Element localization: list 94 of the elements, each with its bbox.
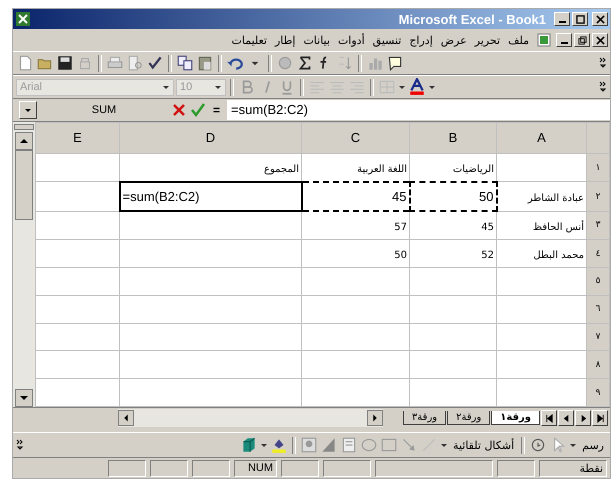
status-pane (150, 460, 188, 476)
close-icon (596, 14, 604, 24)
scroll-thumb[interactable] (15, 150, 33, 220)
status-mode: نقطة (539, 460, 607, 476)
column-header[interactable]: B (410, 122, 496, 154)
cell-text: 57 (394, 222, 407, 234)
vertical-scrollbar[interactable] (13, 122, 35, 407)
row-header[interactable]: ٤ (586, 240, 610, 268)
right-arrow-icon (578, 414, 588, 422)
row-header[interactable]: ٥ (586, 268, 610, 296)
minimize-button[interactable] (556, 33, 572, 47)
row-header[interactable]: ٣ (586, 211, 610, 240)
status-pane (192, 460, 230, 476)
maximize-button[interactable] (572, 12, 588, 26)
restore-button[interactable] (574, 33, 590, 47)
row-header[interactable]: ٩ (586, 378, 610, 406)
minimize-icon (558, 21, 566, 23)
status-pane (323, 460, 371, 476)
row-header[interactable]: ٧ (586, 323, 610, 351)
cell-text: 52 (481, 250, 494, 262)
scroll-down-icon[interactable] (15, 389, 33, 407)
help-icon[interactable] (386, 54, 404, 72)
more-chevron-icon[interactable] (599, 80, 607, 94)
spelling-icon[interactable] (146, 54, 164, 72)
copy-icon[interactable] (176, 54, 194, 72)
last-arrow-icon (596, 414, 604, 422)
menu-item[interactable]: تحرير (472, 34, 504, 46)
dropdown-arrow-icon (162, 83, 170, 91)
menu-item[interactable]: أدوات (334, 34, 368, 46)
cell-text: المجموع (264, 164, 299, 175)
menu-item[interactable]: ملف (505, 34, 532, 46)
first-arrow-icon (544, 414, 554, 422)
status-pane (497, 460, 535, 476)
menu-item[interactable]: تنسيق (370, 34, 404, 46)
cell-text: 45 (481, 222, 494, 234)
previous-sheet-button[interactable] (558, 410, 574, 426)
menu-item[interactable]: عرض (438, 34, 470, 46)
save-icon[interactable] (56, 54, 74, 72)
copied-cell: 45 (392, 189, 406, 204)
maximize-icon (576, 14, 584, 24)
cell-text: الرياضيات (452, 164, 494, 175)
menu-item[interactable]: تعليمات (228, 34, 270, 46)
close-button[interactable] (592, 12, 608, 26)
menu-item[interactable]: إطار (272, 34, 298, 46)
left-arrow-icon (562, 414, 570, 422)
scroll-right-icon[interactable] (367, 410, 383, 426)
font-color-icon[interactable] (408, 78, 426, 96)
horizontal-scrollbar[interactable] (118, 409, 383, 427)
status-pane (108, 460, 146, 476)
column-header[interactable]: D (120, 122, 302, 154)
num-lock-indicator: NUM (234, 460, 277, 476)
menu-item[interactable]: إدراج (406, 34, 436, 46)
restore-icon (578, 36, 586, 44)
close-workbook-button[interactable] (592, 33, 608, 47)
cell-text: عبادة الشاطر (528, 193, 584, 204)
scroll-left-icon[interactable] (118, 410, 134, 426)
minimize-button[interactable] (554, 12, 570, 26)
formula-field[interactable]: =sum(B2:C2) (227, 100, 610, 120)
minimize-icon (560, 42, 568, 44)
name-box-dropdown[interactable] (19, 101, 37, 119)
draw-menu-button[interactable]: رسم (579, 438, 607, 452)
checkmark-icon[interactable] (190, 102, 206, 118)
status-pane (281, 460, 319, 476)
column-header[interactable]: E (36, 122, 120, 154)
dropdown-arrow-icon (24, 106, 32, 114)
cell-text: أنس الحافظ (532, 222, 584, 233)
workbook-icon (536, 32, 552, 48)
more-chevron-icon[interactable] (599, 56, 607, 70)
autoshapes-menu-button[interactable]: أشكال تلقائية (450, 438, 518, 452)
cell-text: 50 (394, 250, 407, 262)
spreadsheet-app-icon (15, 11, 31, 27)
sheet-tab[interactable]: ورقة١ (491, 411, 540, 425)
equals-button[interactable]: = (209, 103, 224, 117)
cell-text: محمد البطل (533, 250, 584, 262)
copied-cell: 50 (479, 189, 494, 204)
close-icon (596, 36, 604, 44)
sheet-tab[interactable]: ورقة٣ (402, 411, 446, 425)
dropdown-arrow-icon (214, 83, 222, 91)
first-sheet-button[interactable] (541, 410, 557, 426)
row-header[interactable]: ٢ (586, 182, 610, 212)
row-header[interactable]: ٦ (586, 295, 610, 324)
column-header[interactable]: A (496, 122, 586, 154)
row-header[interactable]: ١ (586, 153, 610, 182)
cell-text: اللغة العربية (357, 164, 407, 175)
sheet-tab[interactable]: ورقة٢ (447, 411, 490, 425)
next-sheet-button[interactable] (575, 410, 591, 426)
menu-item[interactable]: بيانات (300, 34, 333, 46)
last-sheet-button[interactable] (592, 410, 608, 426)
window-title: Microsoft Excel - Book1 (398, 12, 546, 26)
more-chevron-icon[interactable] (16, 438, 24, 452)
row-header[interactable]: ٨ (586, 350, 610, 379)
cancel-icon[interactable] (171, 102, 187, 118)
scroll-up-icon[interactable] (15, 132, 33, 150)
column-header[interactable]: C (302, 122, 410, 154)
